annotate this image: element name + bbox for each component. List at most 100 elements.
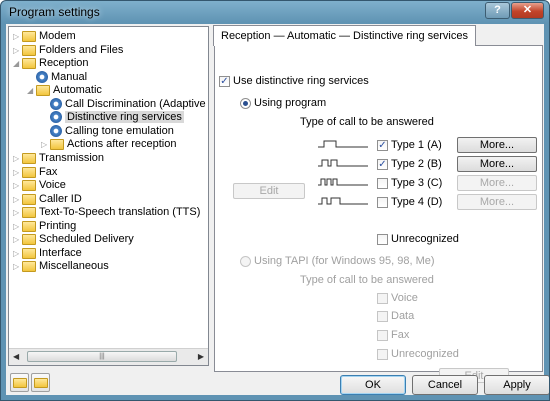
tree-item-label: Text-To-Speech translation (TTS) [39, 206, 201, 219]
tree-item-label: Folders and Files [39, 43, 124, 56]
expand-arrow-icon[interactable]: ▷ [13, 179, 22, 192]
tapi-voice-label: Voice [391, 292, 418, 304]
type-label: Type 4 (D) [391, 196, 443, 208]
tree-item[interactable]: ▷ Actions after reception [41, 138, 176, 151]
expand-arrow-icon[interactable]: ▷ [13, 233, 22, 246]
title-bar[interactable]: Program settings ? ✕ [1, 1, 549, 23]
using-program-label: Using program [254, 97, 327, 109]
expand-arrow-icon[interactable]: ◢ [27, 84, 36, 97]
open-folder-button[interactable] [10, 373, 29, 392]
ring-pattern-icon [318, 159, 368, 167]
expand-arrow-icon[interactable]: ▷ [13, 206, 22, 219]
folder-icon [22, 234, 36, 246]
tree-item[interactable]: ◢ Automatic [27, 84, 102, 97]
using-tapi-radio[interactable] [240, 256, 251, 267]
tree-item-label: Call Discrimination (Adaptive [65, 97, 206, 110]
expand-arrow-icon[interactable]: ▷ [13, 44, 22, 57]
tree-item-label: Reception [39, 57, 89, 70]
tapi-data-label: Data [391, 310, 415, 322]
tree-item-label: Distinctive ring services [65, 111, 184, 124]
window-title: Program settings [9, 5, 100, 19]
tree-item-label: Automatic [53, 84, 102, 97]
folder-icon [13, 378, 27, 388]
cancel-button[interactable]: Cancel [412, 375, 478, 395]
type-checkbox[interactable] [377, 197, 388, 208]
tree-item[interactable]: ▷ Miscellaneous [13, 260, 109, 273]
scrollbar-thumb[interactable]: ||| [27, 351, 177, 362]
browse-folder-button[interactable] [31, 373, 50, 392]
program-edit-button[interactable]: Edit [233, 183, 305, 199]
folder-icon [22, 247, 36, 259]
tree-item-label: Calling tone emulation [65, 124, 174, 137]
tree-item[interactable]: ▷ Caller ID [13, 193, 82, 206]
using-tapi-label: Using TAPI (for Windows 95, 98, Me) [254, 255, 435, 267]
tree-item[interactable]: ▷ Fax [13, 166, 57, 179]
tapi-data-checkbox[interactable] [377, 311, 388, 322]
tree-item[interactable]: ▷ Modem [13, 30, 76, 43]
folder-icon [50, 139, 64, 151]
gear-icon [36, 70, 48, 83]
folder-icon [22, 31, 36, 42]
using-program-radio[interactable] [240, 98, 251, 109]
tree-horizontal-scrollbar[interactable]: ◀ ||| ▶ [9, 348, 208, 365]
program-settings-window: Program settings ? ✕ ▷ Modem ▷ Folders and … [0, 0, 550, 401]
folder-icon [36, 85, 50, 97]
folder-icon [22, 166, 36, 178]
tree-item[interactable]: Calling tone emulation [41, 124, 174, 138]
tree-item[interactable]: ▷ Interface [13, 247, 82, 260]
expand-arrow-icon[interactable]: ▷ [13, 220, 22, 233]
apply-button[interactable]: Apply [484, 375, 549, 395]
tapi-voice-checkbox[interactable] [377, 293, 388, 304]
tapi-fax-label: Fax [391, 329, 410, 341]
program-group-title: Type of call to be answered [300, 116, 434, 128]
type-checkbox[interactable]: ✓ [377, 159, 388, 170]
unrecognized-checkbox[interactable] [377, 234, 388, 245]
tree-item[interactable]: ▷ Folders and Files [13, 44, 123, 57]
tapi-fax-checkbox[interactable] [377, 330, 388, 341]
gear-icon [50, 97, 62, 110]
type-checkbox[interactable] [377, 178, 388, 189]
expand-arrow-icon[interactable]: ◢ [13, 57, 22, 70]
expand-arrow-icon[interactable]: ▷ [41, 138, 50, 151]
tapi-unrecognized-checkbox[interactable] [377, 349, 388, 360]
expand-arrow-icon[interactable]: ▷ [13, 152, 22, 165]
help-button[interactable]: ? [485, 2, 510, 19]
scroll-right-arrow-icon[interactable]: ▶ [198, 352, 204, 361]
expand-arrow-icon[interactable]: ▷ [13, 247, 22, 260]
tree-item[interactable]: ▷ Voice [13, 179, 66, 192]
close-button[interactable]: ✕ [511, 2, 544, 19]
more-button[interactable]: More... [457, 137, 537, 153]
tree-item[interactable]: ◢ Reception [13, 57, 89, 70]
use-distinctive-label: Use distinctive ring services [233, 75, 369, 87]
tree-item[interactable]: ▷ Text-To-Speech translation (TTS) [13, 206, 200, 219]
tree-item-label: Fax [39, 165, 58, 178]
folder-icon [22, 180, 36, 192]
tree-item[interactable]: ▷ Scheduled Delivery [13, 233, 134, 246]
ok-button[interactable]: OK [340, 375, 406, 395]
expand-arrow-icon[interactable]: ▷ [13, 193, 22, 206]
scroll-left-arrow-icon[interactable]: ◀ [13, 352, 19, 361]
expand-arrow-icon[interactable]: ▷ [13, 30, 22, 43]
folder-icon [22, 193, 36, 205]
more-button[interactable]: More... [457, 194, 537, 210]
folder-icon [22, 152, 36, 164]
more-button[interactable]: More... [457, 175, 537, 191]
expand-arrow-icon[interactable]: ▷ [13, 166, 22, 179]
settings-tree: ▷ Modem ▷ Folders and Files ◢ Reception Manual… [8, 26, 209, 366]
folder-icon [22, 58, 36, 70]
tree-item[interactable]: Call Discrimination (Adaptive [41, 97, 206, 111]
type-checkbox[interactable]: ✓ [377, 140, 388, 151]
more-button[interactable]: More... [457, 156, 537, 172]
check-mark-icon: ✓ [220, 76, 229, 87]
expand-arrow-icon[interactable]: ▷ [13, 260, 22, 273]
tree-item[interactable]: Manual [27, 70, 87, 84]
tree-item[interactable]: Distinctive ring services [41, 111, 184, 124]
tree-item[interactable]: ▷ Printing [13, 220, 76, 233]
tab-distinctive-ring-services[interactable]: Reception — Automatic — Distinctive ring… [213, 25, 476, 46]
use-distinctive-checkbox[interactable]: ✓ [219, 76, 230, 87]
tree-item-label: Miscellaneous [39, 260, 109, 273]
ring-pattern-icon [318, 140, 368, 148]
tree-item[interactable]: ▷ Transmission [13, 152, 104, 165]
check-mark-icon: ✓ [378, 159, 387, 170]
tree-item-label: Voice [39, 179, 66, 192]
